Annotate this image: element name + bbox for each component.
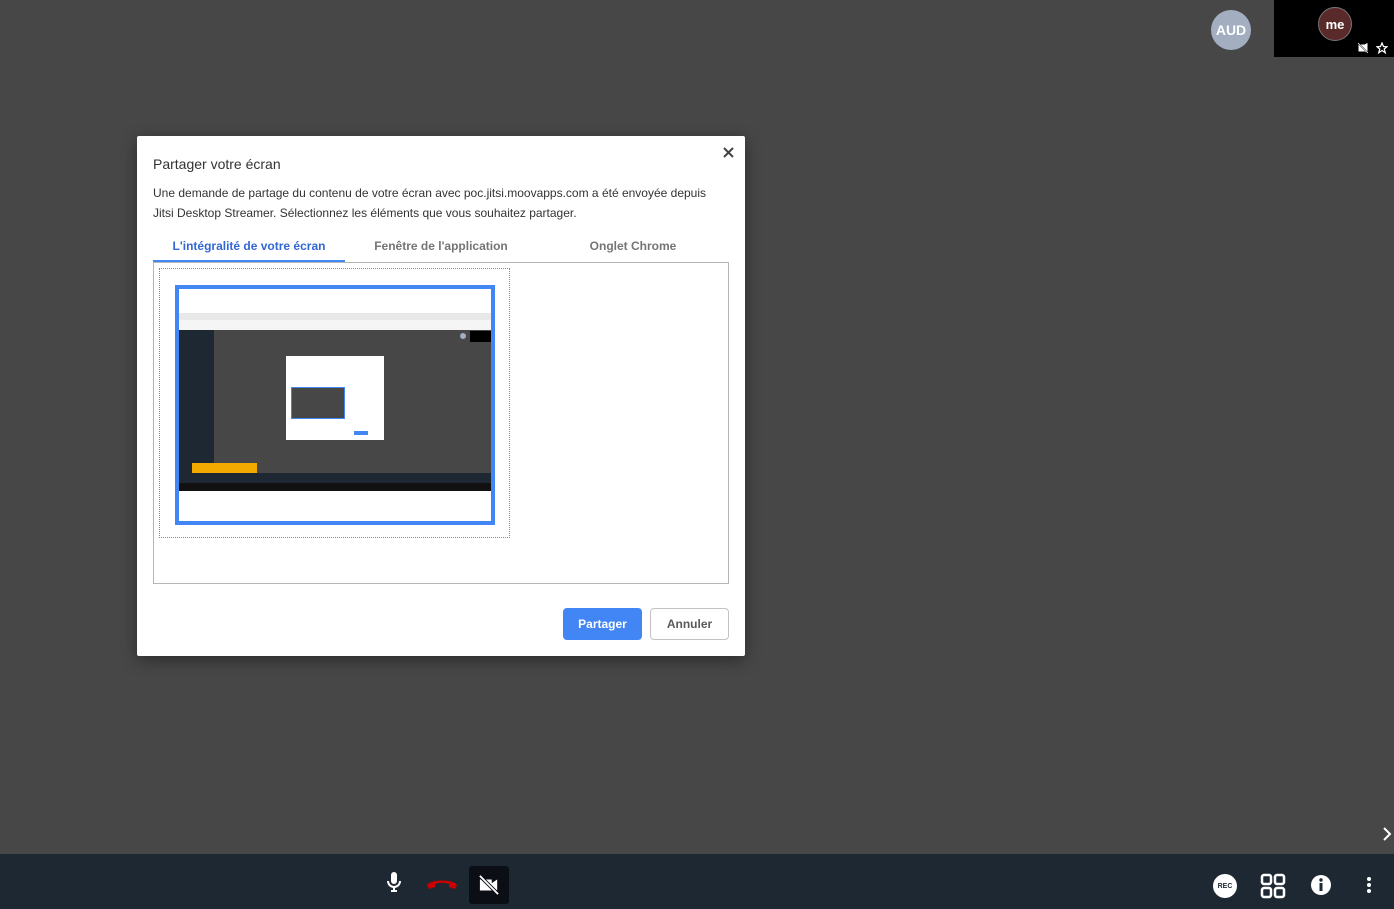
self-status-icons <box>1357 41 1390 55</box>
source-list <box>153 262 729 584</box>
more-vertical-icon <box>1367 877 1371 893</box>
meeting-toolbar: REC <box>0 854 1394 909</box>
more-actions-button[interactable] <box>1359 872 1379 898</box>
preview-dialog-button <box>354 431 368 435</box>
preview-browser-tabs <box>179 313 491 320</box>
source-tabs: L'intégralité de votre écran Fenêtre de … <box>153 234 729 262</box>
tab-application-window[interactable]: Fenêtre de l'application <box>345 234 537 262</box>
preview-dialog <box>286 356 384 440</box>
preview-taskbar <box>179 483 491 491</box>
preview-avatar <box>460 333 466 339</box>
cancel-button[interactable]: Annuler <box>650 608 729 640</box>
tab-entire-screen[interactable]: L'intégralité de votre écran <box>153 234 345 262</box>
star-icon <box>1375 41 1390 55</box>
close-icon <box>722 146 734 158</box>
preview-dialog-thumbnail <box>291 387 345 419</box>
preview-sidebar <box>179 330 214 477</box>
screen-source-item[interactable] <box>159 268 510 538</box>
microphone-button[interactable] <box>380 865 408 899</box>
camera-button[interactable] <box>469 866 509 904</box>
close-button[interactable] <box>719 143 737 161</box>
dialog-description: Une demande de partage du contenu de vot… <box>153 186 707 220</box>
share-screen-dialog: Partager votre écran Une demande de part… <box>137 136 745 656</box>
camera-off-icon <box>478 875 500 895</box>
camera-off-icon <box>1357 41 1371 54</box>
info-button[interactable] <box>1308 872 1334 898</box>
phone-hangup-icon <box>427 880 457 889</box>
chevron-right-icon <box>1383 827 1392 841</box>
screen-thumbnail-preview <box>179 289 491 521</box>
self-avatar: me <box>1318 7 1352 41</box>
filmstrip-toggle[interactable] <box>1382 826 1392 842</box>
remote-participant-avatar[interactable]: AUD <box>1211 10 1251 50</box>
tile-view-button[interactable] <box>1259 872 1287 900</box>
microphone-icon <box>387 872 401 892</box>
info-icon <box>1311 875 1331 895</box>
screen-thumbnail-selected[interactable] <box>175 285 495 525</box>
local-video-thumbnail[interactable]: me <box>1274 0 1394 57</box>
hangup-button[interactable] <box>423 868 461 896</box>
tab-chrome-tab[interactable]: Onglet Chrome <box>537 234 729 262</box>
tile-view-icon <box>1260 873 1286 899</box>
preview-toolbar <box>179 473 491 483</box>
share-button[interactable]: Partager <box>563 608 642 640</box>
preview-self-tile <box>470 331 491 342</box>
preview-notification-bar <box>192 463 257 473</box>
record-button[interactable]: REC <box>1211 872 1239 900</box>
record-icon: REC <box>1213 874 1237 898</box>
dialog-title: Partager votre écran <box>153 156 281 172</box>
